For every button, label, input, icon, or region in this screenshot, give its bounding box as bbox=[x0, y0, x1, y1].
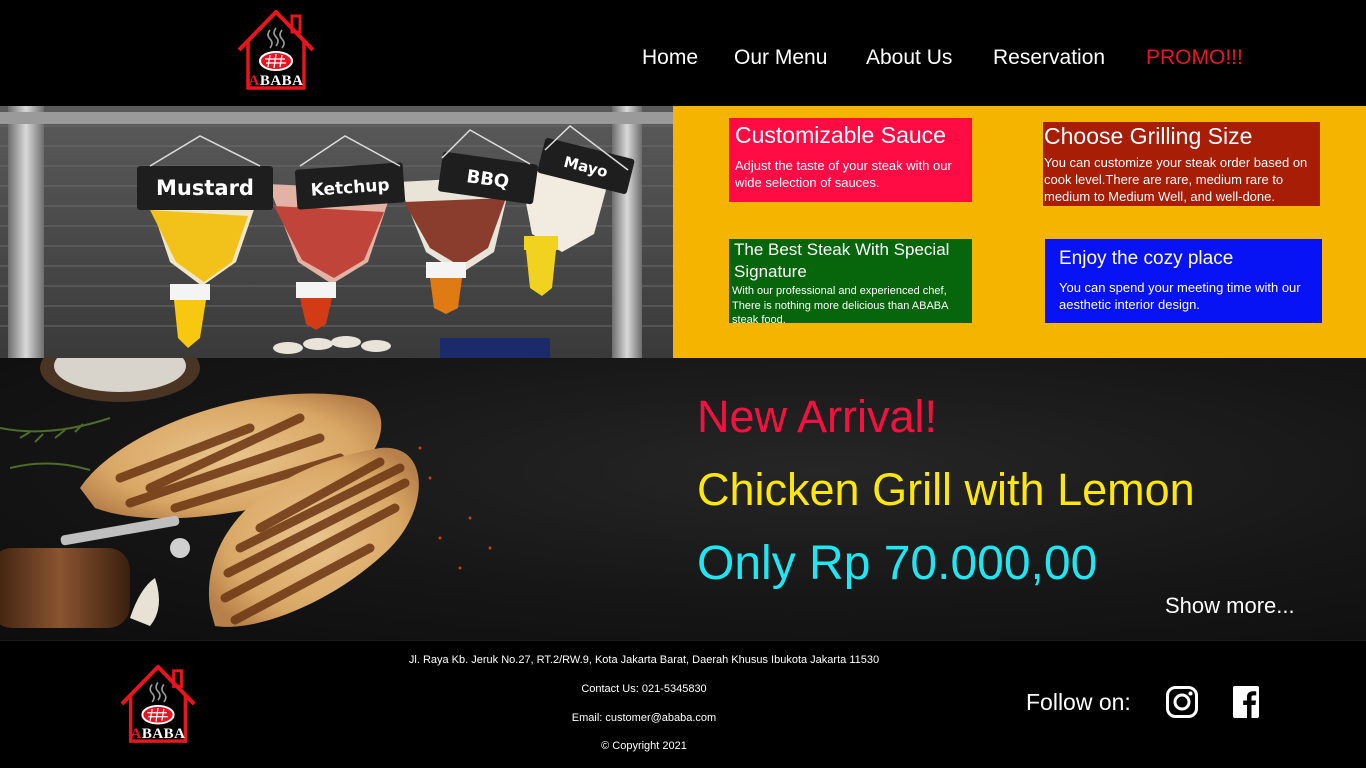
grilled-chicken-illustration bbox=[0, 358, 492, 628]
promo-price: Only Rp 70.000,00 bbox=[697, 537, 1098, 590]
instagram-icon[interactable] bbox=[1165, 685, 1199, 719]
footer-address: Jl. Raya Kb. Jeruk No.27, RT.2/RW.9, Kot… bbox=[408, 654, 880, 666]
nav-reservation[interactable]: Reservation bbox=[993, 44, 1105, 72]
nav-promo[interactable]: PROMO!!! bbox=[1146, 44, 1243, 72]
logo-wordmark: ABABA bbox=[248, 73, 304, 89]
promo-product-name: Chicken Grill with Lemon bbox=[697, 464, 1195, 515]
nav-home[interactable]: Home bbox=[642, 44, 698, 72]
feature-description: Adjust the taste of your steak with our … bbox=[735, 158, 952, 190]
sauce-dispenser-illustration: Mustard Ketchup BBQ Mayo bbox=[0, 106, 673, 358]
nav-our-menu[interactable]: Our Menu bbox=[734, 44, 827, 72]
sauce-dispenser-photo: Mustard Ketchup BBQ Mayo bbox=[0, 106, 673, 358]
sauce-label-mustard: Mustard bbox=[137, 166, 273, 210]
footer-contact: Contact Us: 021-5345830 bbox=[581, 683, 707, 695]
show-more-link[interactable]: Show more... bbox=[1165, 592, 1295, 620]
feature-card-grilling: Choose Grilling Size You can customize y… bbox=[1043, 122, 1320, 206]
logo-wordmark: ABABA bbox=[130, 726, 186, 742]
feature-card-sauce: Customizable Sauce Adjust the taste of y… bbox=[729, 118, 972, 202]
feature-card-steak: The Best Steak With Special Signature Wi… bbox=[729, 239, 972, 326]
follow-label: Follow on: bbox=[1026, 689, 1131, 715]
nav-about-us[interactable]: About Us bbox=[866, 44, 952, 72]
facebook-icon[interactable] bbox=[1233, 686, 1259, 718]
feature-title: The Best Steak With Special Signature bbox=[734, 240, 950, 281]
footer-email: Email: customer@ababa.com bbox=[571, 712, 717, 724]
feature-title: Choose Grilling Size bbox=[1044, 123, 1253, 149]
feature-title: Enjoy the cozy place bbox=[1059, 248, 1234, 269]
header-logo[interactable]: ABABA bbox=[233, 8, 319, 92]
footer-logo[interactable]: ABABA bbox=[116, 662, 200, 746]
feature-description: With our professional and experienced ch… bbox=[732, 285, 948, 326]
feature-title: Customizable Sauce bbox=[735, 122, 946, 148]
feature-description: You can spend your meeting time with our… bbox=[1059, 280, 1301, 312]
sauce-label-ketchup: Ketchup bbox=[294, 162, 406, 210]
svg-text:Mustard: Mustard bbox=[156, 176, 254, 200]
footer-copyright: © Copyright 2021 bbox=[601, 740, 687, 752]
site-header: ABABA Home Our Menu About Us Reservation… bbox=[0, 0, 1366, 106]
feature-description: You can customize your steak order based… bbox=[1044, 155, 1308, 204]
feature-card-cozy: Enjoy the cozy place You can spend your … bbox=[1045, 239, 1322, 323]
promo-headline: New Arrival! bbox=[697, 391, 938, 442]
